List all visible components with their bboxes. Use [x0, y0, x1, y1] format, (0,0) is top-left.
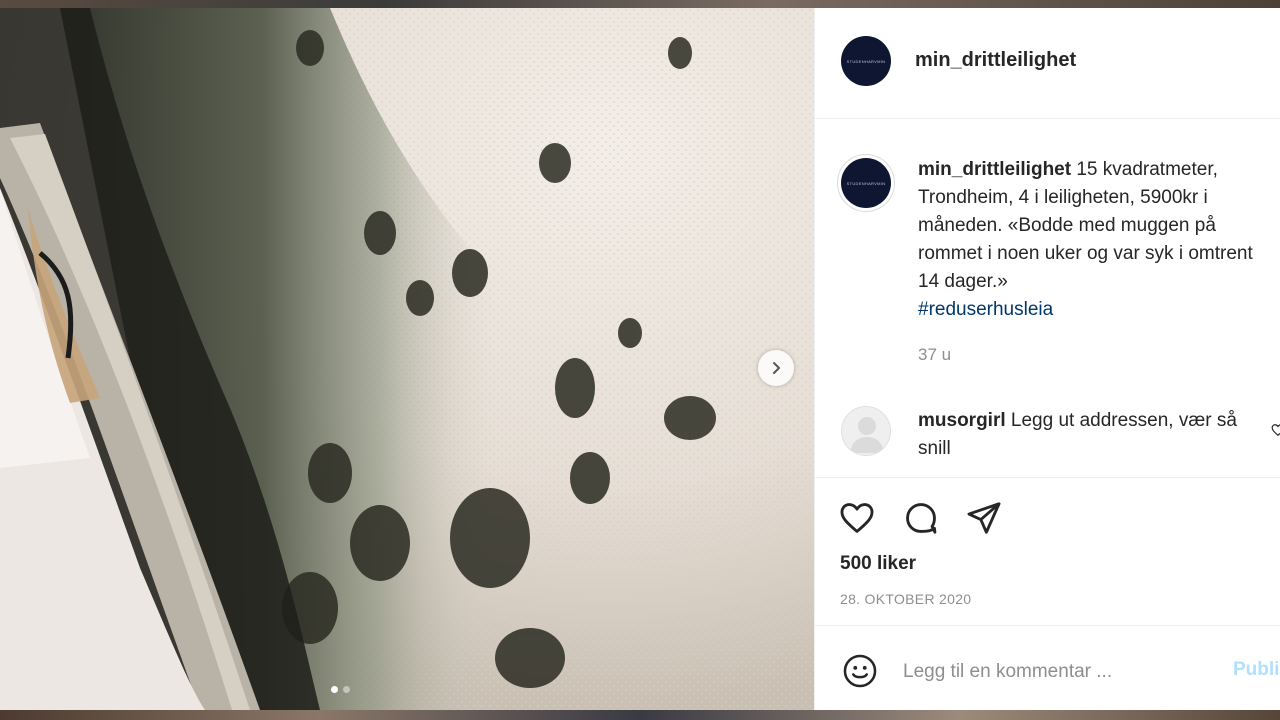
post-header: STUDENHARVMIN min_drittleilighet	[815, 8, 1280, 119]
share-button[interactable]	[964, 498, 1004, 538]
comment-input[interactable]	[901, 656, 1205, 688]
comment-bubble-icon	[906, 503, 937, 534]
author-username-link[interactable]: min_drittleilighet	[915, 49, 1076, 72]
smiley-icon	[843, 654, 877, 688]
caption-author-avatar: STUDENHARVMIN	[841, 158, 891, 208]
comment-like-button[interactable]	[1271, 423, 1280, 440]
likes-count[interactable]: 500 liker	[840, 553, 916, 575]
commenter-username-link[interactable]: musorgirl	[918, 410, 1006, 431]
mold-wall-photo	[0, 8, 814, 710]
carousel-dot	[343, 686, 350, 693]
default-avatar-icon	[850, 417, 884, 453]
paper-plane-icon	[967, 502, 1001, 534]
add-comment-form: Publiser	[815, 625, 1280, 710]
post-caption: min_drittleilighet 15 kvadratmeter, Tron…	[918, 156, 1268, 324]
avatar-logo-text: STUDENHARVMIN	[846, 180, 886, 186]
carousel-indicator	[331, 686, 350, 693]
publish-button[interactable]: Publiser	[1233, 659, 1280, 681]
post-side-panel: STUDENHARVMIN min_drittleilighet STUDENH…	[814, 8, 1280, 710]
carousel-dot-active	[331, 686, 338, 693]
post-actions: 500 liker 28. OKTOBER 2020	[815, 477, 1280, 625]
comments-section: STUDENHARVMIN min_drittleilighet 15 kvad…	[815, 119, 1280, 477]
heart-icon	[840, 503, 874, 533]
caption-avatar-ring[interactable]: STUDENHARVMIN	[837, 154, 895, 212]
chevron-right-icon	[773, 362, 780, 374]
background-strip-top	[0, 0, 1280, 8]
emoji-button[interactable]	[840, 651, 880, 691]
author-avatar[interactable]: STUDENHARVMIN	[841, 36, 891, 86]
caption-username-link[interactable]: min_drittleilighet	[918, 159, 1071, 180]
caption-timestamp[interactable]: 37 u	[918, 345, 951, 365]
small-heart-icon	[1271, 424, 1280, 437]
comment-item: musorgirl Legg ut addressen, vær så snil…	[918, 407, 1253, 463]
like-button[interactable]	[837, 498, 877, 538]
next-slide-button[interactable]	[758, 350, 794, 386]
post-date[interactable]: 28. OKTOBER 2020	[840, 591, 971, 607]
hashtag-link[interactable]: #reduserhusleia	[918, 296, 1268, 324]
avatar-logo-text: STUDENHARVMIN	[846, 58, 886, 64]
background-strip-bottom	[0, 710, 1280, 720]
comment-button[interactable]	[901, 498, 941, 538]
post-image[interactable]	[0, 8, 814, 710]
commenter-avatar[interactable]	[841, 406, 891, 456]
